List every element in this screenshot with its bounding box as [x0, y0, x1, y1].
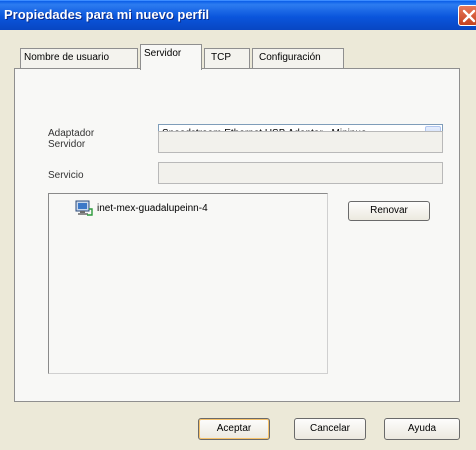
- tab-label: Configuración: [259, 52, 321, 63]
- server-field[interactable]: [158, 131, 443, 153]
- list-item-label: inet-mex-guadalupeinn-4: [97, 203, 208, 214]
- ok-button[interactable]: Aceptar: [198, 418, 270, 440]
- network-computer-icon: [75, 200, 93, 216]
- tab-label: TCP: [211, 52, 231, 63]
- help-button-label: Ayuda: [407, 423, 437, 434]
- tab-tcp[interactable]: TCP: [204, 48, 250, 68]
- cancel-button-label: Cancelar: [309, 423, 351, 434]
- adapter-label: Adaptador: [48, 128, 95, 139]
- service-field[interactable]: [158, 162, 443, 184]
- window-title: Propiedades para mi nuevo perfil: [4, 7, 210, 22]
- tab-servidor[interactable]: Servidor: [140, 44, 202, 70]
- tab-label: Nombre de usuario: [24, 52, 110, 63]
- server-list[interactable]: inet-mex-guadalupeinn-4: [48, 193, 328, 374]
- refresh-button-label: Renovar: [370, 205, 408, 216]
- tab-nombre-de-usuario[interactable]: Nombre de usuario: [20, 48, 138, 68]
- help-button[interactable]: Ayuda: [384, 418, 460, 440]
- tab-configuracion[interactable]: Configuración: [252, 48, 344, 68]
- title-bar[interactable]: Propiedades para mi nuevo perfil: [0, 0, 476, 30]
- close-button[interactable]: [458, 5, 476, 26]
- cancel-button[interactable]: Cancelar: [294, 418, 366, 440]
- ok-button-label: Aceptar: [216, 423, 252, 434]
- server-label: Servidor: [48, 139, 86, 150]
- service-label: Servicio: [48, 170, 84, 181]
- tab-label: Servidor: [144, 48, 182, 59]
- close-icon: [462, 9, 476, 23]
- refresh-button[interactable]: Renovar: [348, 201, 430, 221]
